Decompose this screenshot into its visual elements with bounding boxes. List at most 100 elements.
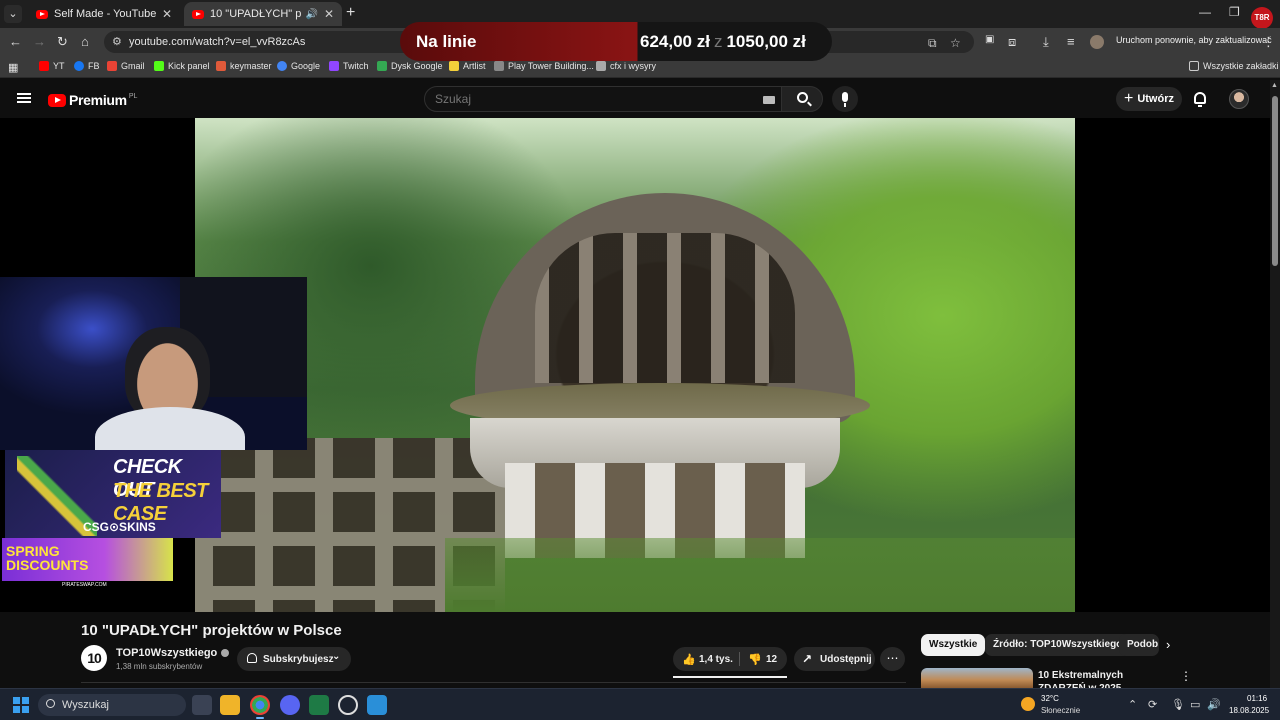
bookmark-kick-panel[interactable]: Kick panel	[154, 61, 210, 71]
chrome-icon[interactable]	[250, 695, 270, 719]
chip-all[interactable]: Wszystkie	[921, 634, 986, 656]
windows-start-icon[interactable]	[13, 697, 29, 713]
user-avatar[interactable]	[1229, 89, 1249, 109]
keymaster-icon	[216, 61, 226, 71]
bookmark-play-tower[interactable]: Play Tower Building...	[494, 61, 594, 71]
bookmark-gmail[interactable]: Gmail	[107, 61, 145, 71]
display-icon[interactable]: ▭	[1190, 698, 1200, 711]
bookmark-keymaster[interactable]: keymaster	[216, 61, 272, 71]
streamer-body	[95, 407, 245, 450]
chevron-down-icon: ⌄	[332, 651, 341, 662]
weather-temperature[interactable]: 32°C	[1041, 694, 1059, 703]
extension-icon[interactable]: ▣	[985, 34, 994, 45]
create-button[interactable]: + Utwórz	[1116, 87, 1182, 111]
chip-similar[interactable]: Podob	[1119, 634, 1159, 656]
notification-bell-icon	[247, 653, 257, 663]
chevron-right-icon[interactable]: ›	[1166, 637, 1170, 652]
search-button[interactable]	[781, 86, 823, 112]
weather-description[interactable]: Słonecznie	[1041, 706, 1080, 715]
media-control-icon[interactable]: ≡	[1067, 34, 1075, 49]
close-tab-icon[interactable]: ✕	[162, 7, 172, 21]
minimize-icon[interactable]: —	[1199, 5, 1211, 19]
site-info-icon[interactable]: ⚙	[112, 35, 122, 48]
kick-icon	[154, 61, 164, 71]
search-box	[424, 86, 782, 112]
photos-icon[interactable]	[367, 695, 387, 715]
reload-icon[interactable]: ↻	[57, 34, 68, 50]
dislike-button[interactable]: 👎 12	[740, 647, 787, 671]
sync-icon[interactable]: ⟳	[1148, 698, 1157, 711]
search-input[interactable]	[435, 92, 735, 106]
google-drive-icon	[377, 61, 387, 71]
clock-time[interactable]: 01:16	[1247, 694, 1267, 703]
excel-icon[interactable]	[309, 695, 329, 715]
back-icon[interactable]: ←	[9, 34, 22, 49]
like-button[interactable]: 👍 1,4 tys.	[673, 647, 738, 671]
chip-source-channel[interactable]: Źródło: TOP10Wszystkiego	[985, 634, 1131, 656]
account-avatar[interactable]	[1090, 35, 1104, 49]
browser-tab-1[interactable]: Self Made - YouTube ✕	[28, 2, 180, 26]
all-bookmarks[interactable]: Wszystkie zakładki	[1189, 61, 1279, 71]
home-icon[interactable]: ⌂	[81, 34, 89, 49]
channel-name[interactable]: TOP10Wszystkiego	[116, 647, 230, 659]
extensions-puzzle-icon[interactable]: ⧈	[1008, 34, 1016, 50]
recommended-thumbnail[interactable]	[921, 668, 1033, 688]
scroll-up-arrow-icon[interactable]: ▲	[1271, 82, 1278, 89]
tab-search-icon[interactable]: ⌄	[4, 5, 22, 23]
browser-tab-2[interactable]: 10 "UPADŁYCH" projektów 🔊 ✕	[184, 2, 342, 26]
game-icon	[494, 61, 504, 71]
subscribe-button[interactable]: Subskrybujesz ⌄	[237, 647, 351, 671]
logo-region: PL	[128, 92, 138, 100]
scrollbar-thumb[interactable]	[1272, 96, 1278, 266]
sun-icon[interactable]	[1021, 697, 1035, 711]
bookmark-yt[interactable]: YT	[39, 61, 65, 71]
close-tab-icon[interactable]: ✕	[324, 7, 334, 21]
browser-menu-icon[interactable]: ⋮	[1262, 34, 1275, 50]
bookmark-twitch[interactable]: Twitch	[329, 61, 369, 71]
youtube-logo[interactable]: Premium PL	[48, 92, 137, 108]
more-actions-button[interactable]: ⋯	[880, 647, 905, 671]
channel-avatar[interactable]: 10	[81, 645, 107, 671]
bookmark-artlist[interactable]: Artlist	[449, 61, 486, 71]
bookmark-fb[interactable]: FB	[74, 61, 100, 71]
new-tab-button[interactable]: +	[346, 4, 355, 22]
recommended-menu-icon[interactable]: ⋮	[1180, 669, 1192, 683]
bookmark-star-icon[interactable]: ☆	[950, 36, 961, 50]
task-view-icon[interactable]	[192, 695, 212, 715]
bookmark-cfx[interactable]: cfx i wysyry	[596, 61, 656, 71]
video-frame[interactable]	[195, 118, 1075, 612]
ad-spring-line-2: DISCOUNTS	[6, 557, 89, 573]
install-app-icon[interactable]: ⧉	[928, 36, 937, 51]
notifications-bell-icon[interactable]	[1194, 92, 1206, 107]
update-notice[interactable]: Uruchom ponownie, aby zaktualizować	[1116, 35, 1272, 45]
restore-icon[interactable]: ❐	[1229, 5, 1240, 19]
clock-date[interactable]: 18.08.2025	[1229, 706, 1269, 715]
youtube-icon	[39, 61, 49, 71]
tab-title: Self Made - YouTube	[54, 8, 156, 20]
voice-search-button[interactable]	[832, 86, 858, 112]
menu-icon[interactable]	[17, 93, 31, 103]
csgoskins-ad: CHECK OUT THE BEST CASE CSG⊙SKINS	[5, 450, 221, 538]
discord-icon[interactable]	[280, 695, 300, 715]
apps-grid-icon[interactable]: ▦	[8, 61, 18, 74]
verified-icon	[221, 649, 230, 658]
share-button[interactable]: ↗ Udostępnij	[794, 647, 875, 671]
chevron-up-icon[interactable]: ⌃	[1128, 698, 1137, 711]
profile-avatar[interactable]: T8R	[1251, 7, 1273, 29]
ad-brand: CSG⊙SKINS	[83, 520, 156, 534]
file-explorer-icon[interactable]	[220, 695, 240, 715]
bookmark-google-drive[interactable]: Dysk Google	[377, 61, 443, 71]
obs-icon[interactable]	[338, 695, 358, 715]
bookmark-google[interactable]: Google	[277, 61, 320, 71]
forward-icon[interactable]: →	[33, 34, 46, 49]
taskbar-search[interactable]: Wyszukaj	[38, 694, 186, 716]
youtube-logo-icon	[48, 93, 66, 107]
cfx-icon	[596, 61, 606, 71]
keyboard-icon[interactable]	[763, 96, 775, 104]
audio-playing-icon[interactable]: 🔊	[305, 9, 317, 20]
volume-icon[interactable]: 🔊	[1207, 698, 1221, 711]
microphone-icon[interactable]: 🎙	[1171, 698, 1185, 711]
thumbs-up-icon: 👍	[682, 654, 696, 666]
download-icon[interactable]: ⤓	[1043, 34, 1049, 50]
recommended-title[interactable]: 10 Ekstremalnych ZDARZEŃ w 2025	[1038, 669, 1168, 688]
